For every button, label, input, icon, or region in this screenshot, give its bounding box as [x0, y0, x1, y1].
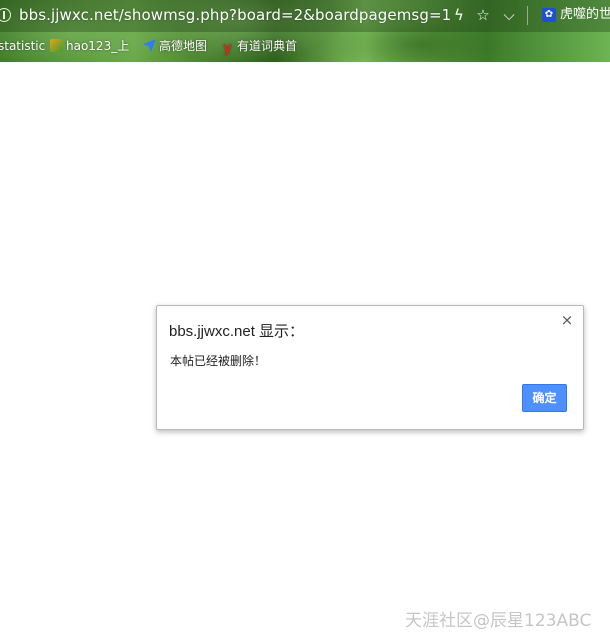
bookmark-youdao[interactable]: y 有道词典首 [221, 35, 297, 57]
hao123-icon [50, 39, 63, 52]
bookmark-label: hao123_上 [66, 39, 130, 53]
watermark: 天涯社区@辰星123ABC [405, 611, 592, 631]
bookmark-label: statistic [0, 39, 46, 53]
bookmark-gaode-map[interactable]: 高德地图 [143, 35, 207, 57]
tab-title[interactable]: 虎噬的世 [560, 5, 610, 25]
paw-icon[interactable]: ✿ [542, 8, 556, 22]
toolbar-divider [527, 6, 528, 25]
bookmark-label: 高德地图 [159, 39, 208, 53]
info-circle-icon[interactable] [0, 8, 11, 22]
bookmarks-bar: statistic hao123_上 高德地图 y 有道词典首 [0, 35, 610, 57]
bookmark-statistic[interactable]: statistic [0, 35, 45, 57]
dialog-title: bbs.jjwxc.net 显示： [169, 323, 305, 340]
lightning-icon[interactable]: ϟ [452, 5, 466, 25]
browser-chrome: bbs.jjwxc.net/showmsg.php?board=2&boardp… [0, 0, 610, 62]
alert-dialog: bbs.jjwxc.net 显示： × 本帖已经被删除！ 确定 [156, 305, 584, 430]
bookmark-label: 有道词典首 [237, 39, 298, 53]
chevron-down-icon[interactable]: ⌵ [501, 5, 517, 25]
star-icon[interactable]: ☆ [474, 5, 492, 25]
close-icon[interactable]: × [559, 312, 575, 328]
url-text[interactable]: bbs.jjwxc.net/showmsg.php?board=2&boardp… [19, 5, 451, 25]
gaode-map-icon [143, 39, 156, 52]
address-bar[interactable]: bbs.jjwxc.net/showmsg.php?board=2&boardp… [0, 0, 610, 32]
bookmark-hao123[interactable]: hao123_上 [50, 35, 129, 57]
ok-button[interactable]: 确定 [522, 384, 567, 412]
youdao-icon: y [223, 41, 232, 56]
dialog-message: 本帖已经被删除！ [170, 354, 267, 368]
